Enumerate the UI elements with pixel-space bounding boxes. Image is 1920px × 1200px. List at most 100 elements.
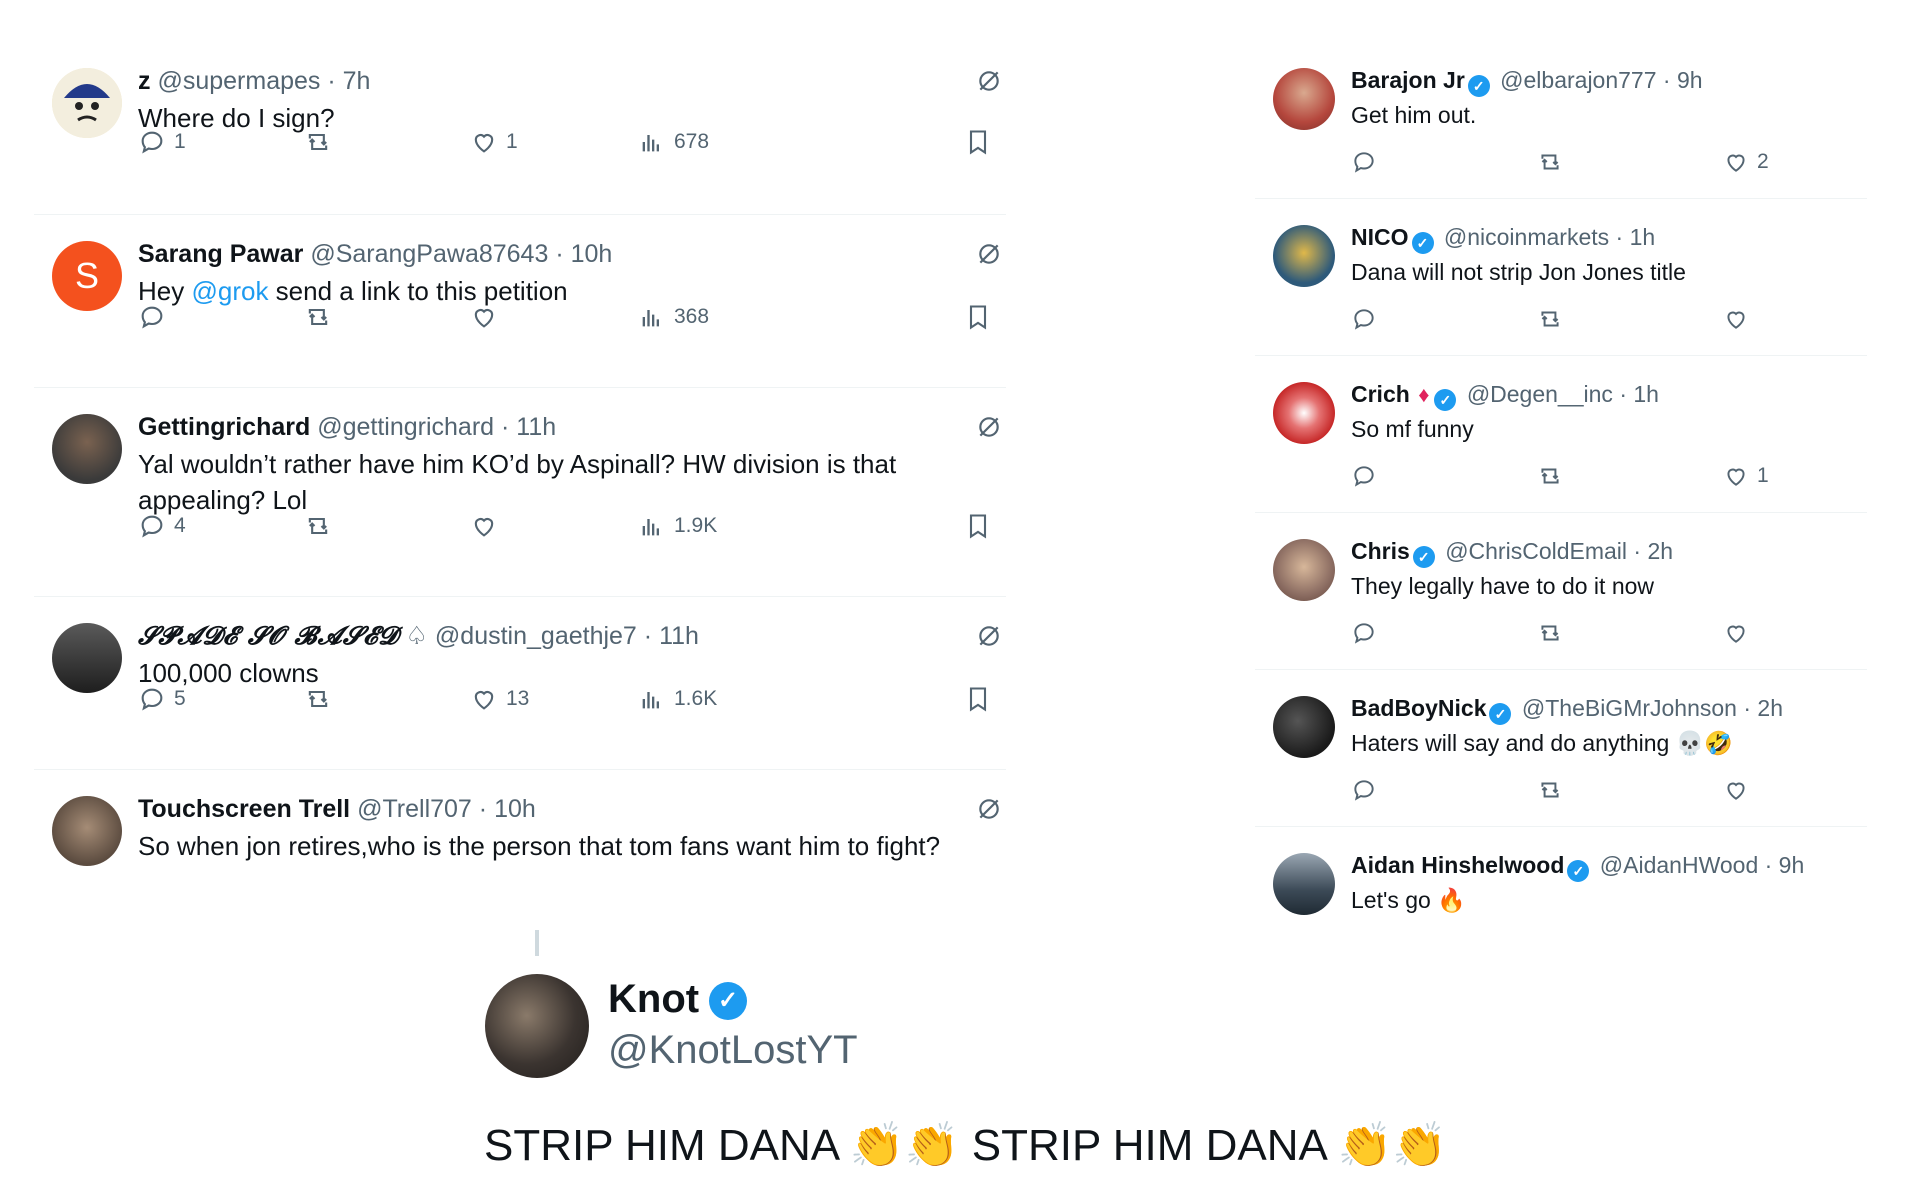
like-button[interactable]	[1723, 777, 1757, 803]
avatar[interactable]: S	[52, 241, 122, 311]
timestamp[interactable]: · 11h	[644, 622, 699, 650]
like-button[interactable]	[470, 303, 506, 331]
tweet[interactable]: Barajon Jr ✓ @elbarajon777 · 9h Get him o…	[1255, 42, 1867, 199]
avatar[interactable]	[485, 974, 589, 1078]
avatar[interactable]	[52, 414, 122, 484]
tweet[interactable]: 𝓢𝓟𝓐𝓓𝓔 𝓢𝓞 𝓑𝓐𝓢𝓔𝓓 ♤ @dustin_gaethje7 · 11h …	[34, 597, 1006, 770]
grok-icon[interactable]	[976, 796, 1002, 822]
display-name[interactable]: 𝓢𝓟𝓐𝓓𝓔 𝓢𝓞 𝓑𝓐𝓢𝓔𝓓	[138, 621, 399, 650]
like-button[interactable]: 13	[470, 685, 529, 713]
avatar[interactable]	[1273, 696, 1335, 758]
tweet[interactable]: z @supermapes · 7h Where do I sign? 1 1 …	[34, 42, 1006, 215]
display-name[interactable]: NICO	[1351, 224, 1409, 250]
retweet-button[interactable]	[1537, 777, 1563, 803]
grok-icon[interactable]	[976, 241, 1002, 267]
tweet[interactable]: BadBoyNick ✓ @TheBiGMrJohnson · 2h Haters…	[1255, 670, 1867, 827]
avatar[interactable]	[1273, 68, 1335, 130]
tweet[interactable]: Gettingrichard @gettingrichard · 11h Yal…	[34, 388, 1006, 597]
timestamp[interactable]: · 1h	[1616, 224, 1656, 250]
display-name[interactable]: Chris	[1351, 538, 1410, 564]
timestamp[interactable]: · 1h	[1619, 381, 1659, 407]
grok-icon[interactable]	[976, 623, 1002, 649]
user-handle[interactable]: @ChrisColdEmail	[1445, 538, 1627, 564]
reply-button[interactable]	[1351, 777, 1377, 803]
views-button[interactable]: 678	[638, 128, 709, 156]
reply-button[interactable]	[1351, 620, 1377, 646]
display-name[interactable]: Touchscreen Trell	[138, 795, 350, 823]
tweet[interactable]: Touchscreen Trell @Trell707 · 10h So whe…	[34, 770, 1006, 920]
display-name[interactable]: Barajon Jr	[1351, 67, 1465, 93]
display-name[interactable]: Knot	[608, 977, 699, 1021]
retweet-button[interactable]	[1537, 463, 1563, 489]
user-handle[interactable]: @dustin_gaethje7	[435, 622, 637, 650]
display-name[interactable]: Gettingrichard	[138, 413, 310, 441]
views-button[interactable]: 1.9K	[638, 512, 717, 540]
user-handle[interactable]: @AidanHWood	[1600, 852, 1758, 878]
tweet[interactable]: S Sarang Pawar @SarangPawa87643 · 10h He…	[34, 215, 1006, 388]
display-name[interactable]: Crich	[1351, 381, 1410, 407]
bookmark-button[interactable]	[964, 128, 992, 156]
grok-icon[interactable]	[976, 68, 1002, 94]
timestamp[interactable]: · 9h	[1765, 852, 1805, 878]
like-button[interactable]: 1	[470, 128, 518, 156]
timestamp[interactable]: · 10h	[479, 795, 536, 823]
retweet-button[interactable]	[304, 685, 332, 713]
timestamp[interactable]: · 7h	[327, 67, 370, 95]
display-name[interactable]: z	[138, 67, 151, 95]
reply-button[interactable]	[1351, 463, 1377, 489]
verified-icon: ✓	[1567, 860, 1590, 882]
reply-button[interactable]	[138, 303, 174, 331]
retweet-button[interactable]	[304, 512, 332, 540]
original-tweet[interactable]: Knot ✓ @KnotLostYT STRIP HIM DANA 👏👏 STRI…	[480, 930, 1480, 1190]
retweet-button[interactable]	[1537, 620, 1563, 646]
grok-icon[interactable]	[976, 414, 1002, 440]
like-button[interactable]	[1723, 620, 1757, 646]
like-button[interactable]: 1	[1723, 463, 1769, 489]
like-button[interactable]: 2	[1723, 149, 1769, 175]
reply-button[interactable]: 5	[138, 685, 186, 713]
tweet[interactable]: Crich ♦ ✓ @Degen__inc · 1h So mf funny 1	[1255, 356, 1867, 513]
retweet-button[interactable]	[1537, 306, 1563, 332]
reply-button[interactable]	[1351, 306, 1377, 332]
views-button[interactable]: 368	[638, 303, 709, 331]
retweet-button[interactable]	[304, 128, 332, 156]
user-handle[interactable]: @elbarajon777	[1500, 67, 1656, 93]
user-handle[interactable]: @supermapes	[157, 67, 320, 95]
bookmark-button[interactable]	[964, 303, 992, 331]
like-button[interactable]	[1723, 306, 1757, 332]
user-handle[interactable]: @SarangPawa87643	[310, 240, 548, 268]
user-handle[interactable]: @nicoinmarkets	[1444, 224, 1609, 250]
tweet[interactable]: NICO ✓ @nicoinmarkets · 1h Dana will not …	[1255, 199, 1867, 356]
bookmark-button[interactable]	[964, 685, 992, 713]
avatar[interactable]	[52, 68, 122, 138]
timestamp[interactable]: · 11h	[501, 413, 556, 441]
user-handle[interactable]: @gettingrichard	[317, 413, 494, 441]
like-button[interactable]	[470, 512, 506, 540]
user-handle[interactable]: @Trell707	[357, 795, 472, 823]
retweet-button[interactable]	[304, 303, 332, 331]
retweet-button[interactable]	[1537, 149, 1563, 175]
views-button[interactable]: 1.6K	[638, 685, 717, 713]
user-handle[interactable]: @KnotLostYT	[608, 1024, 858, 1076]
reply-button[interactable]: 1	[138, 128, 186, 156]
timestamp[interactable]: · 9h	[1663, 67, 1703, 93]
avatar[interactable]	[1273, 539, 1335, 601]
user-handle[interactable]: @TheBiGMrJohnson	[1522, 695, 1737, 721]
timestamp[interactable]: · 2h	[1633, 538, 1673, 564]
avatar[interactable]	[52, 796, 122, 866]
avatar[interactable]	[1273, 225, 1335, 287]
tweet[interactable]: Aidan Hinshelwood ✓ @AidanHWood · 9h Let'…	[1255, 827, 1867, 927]
display-name[interactable]: BadBoyNick	[1351, 695, 1486, 721]
display-name[interactable]: Sarang Pawar	[138, 240, 303, 268]
timestamp[interactable]: · 2h	[1743, 695, 1783, 721]
user-handle[interactable]: @Degen__inc	[1467, 381, 1613, 407]
display-name[interactable]: Aidan Hinshelwood	[1351, 852, 1564, 878]
reply-button[interactable]	[1351, 149, 1377, 175]
avatar[interactable]	[1273, 382, 1335, 444]
reply-button[interactable]: 4	[138, 512, 186, 540]
avatar[interactable]	[1273, 853, 1335, 915]
timestamp[interactable]: · 10h	[555, 240, 612, 268]
tweet[interactable]: Chris ✓ @ChrisColdEmail · 2h They legally…	[1255, 513, 1867, 670]
avatar[interactable]	[52, 623, 122, 693]
bookmark-button[interactable]	[964, 512, 992, 540]
